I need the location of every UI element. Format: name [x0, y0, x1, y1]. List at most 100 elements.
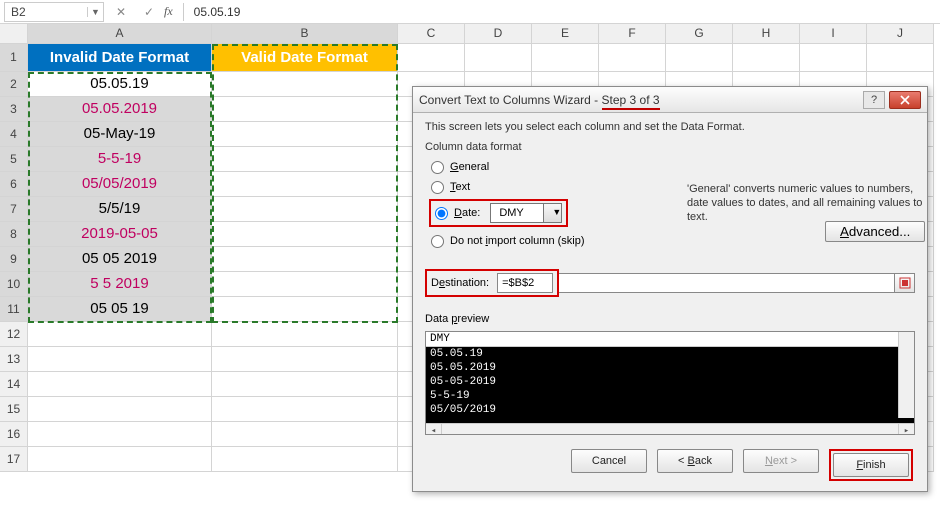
- scroll-right-icon[interactable]: ▸: [898, 424, 914, 435]
- row-head-4[interactable]: 4: [0, 122, 28, 147]
- preview-label: Data preview: [425, 313, 915, 325]
- preview-scrollbar-horizontal[interactable]: ◂ ▸: [426, 423, 914, 435]
- radio-date[interactable]: Date: DMY ▼: [435, 203, 562, 223]
- data-cell[interactable]: 05 05 2019: [28, 247, 212, 272]
- select-all-corner[interactable]: [0, 24, 28, 44]
- cell[interactable]: [212, 122, 398, 147]
- data-cell[interactable]: 05.05.2019: [28, 97, 212, 122]
- row-head-2[interactable]: 2: [0, 72, 28, 97]
- confirm-entry-icon[interactable]: ✓: [138, 2, 160, 22]
- close-button[interactable]: [889, 91, 921, 109]
- cell[interactable]: [800, 44, 867, 72]
- row-head-17[interactable]: 17: [0, 447, 28, 472]
- cancel-button[interactable]: Cancel: [571, 449, 647, 473]
- preview-scrollbar-vertical[interactable]: [898, 332, 914, 418]
- col-head-b[interactable]: B: [212, 24, 398, 44]
- col-head-a[interactable]: A: [28, 24, 212, 44]
- data-cell[interactable]: 5-5-19: [28, 147, 212, 172]
- formula-input[interactable]: 05.05.19: [188, 5, 936, 19]
- data-cell[interactable]: 2019-05-05: [28, 222, 212, 247]
- col-head-j[interactable]: J: [867, 24, 934, 44]
- data-cell[interactable]: 05-May-19: [28, 122, 212, 147]
- cell[interactable]: [28, 397, 212, 422]
- cell[interactable]: [532, 44, 599, 72]
- cell[interactable]: [212, 297, 398, 322]
- row-head-15[interactable]: 15: [0, 397, 28, 422]
- cell[interactable]: [28, 347, 212, 372]
- row-head-7[interactable]: 7: [0, 197, 28, 222]
- radio-date-input[interactable]: [435, 207, 448, 220]
- dialog-titlebar[interactable]: Convert Text to Columns Wizard - Step 3 …: [413, 87, 927, 113]
- scroll-left-icon[interactable]: ◂: [426, 424, 442, 435]
- cell[interactable]: [212, 272, 398, 297]
- cell[interactable]: [867, 44, 934, 72]
- cancel-entry-icon[interactable]: ✕: [110, 2, 132, 22]
- cell[interactable]: [666, 44, 733, 72]
- col-head-e[interactable]: E: [532, 24, 599, 44]
- row-head-11[interactable]: 11: [0, 297, 28, 322]
- cell[interactable]: [28, 372, 212, 397]
- cell[interactable]: [28, 447, 212, 472]
- row-head-3[interactable]: 3: [0, 97, 28, 122]
- cell[interactable]: [212, 197, 398, 222]
- row-head-10[interactable]: 10: [0, 272, 28, 297]
- row-head-8[interactable]: 8: [0, 222, 28, 247]
- advanced-button[interactable]: Advanced...: [825, 221, 925, 242]
- name-box-dropdown-icon[interactable]: ▼: [87, 7, 103, 17]
- col-head-c[interactable]: C: [398, 24, 465, 44]
- cell[interactable]: [212, 447, 398, 472]
- col-head-h[interactable]: H: [733, 24, 800, 44]
- cell[interactable]: [212, 372, 398, 397]
- col-head-i[interactable]: I: [800, 24, 867, 44]
- destination-input-ext[interactable]: [559, 273, 895, 293]
- range-picker-button[interactable]: [895, 273, 915, 293]
- help-button[interactable]: ?: [863, 91, 885, 109]
- cell[interactable]: [212, 247, 398, 272]
- header-valid[interactable]: Valid Date Format: [212, 44, 398, 72]
- data-cell[interactable]: 5 5 2019: [28, 272, 212, 297]
- cell[interactable]: [28, 322, 212, 347]
- radio-general[interactable]: General: [431, 157, 915, 177]
- date-format-select[interactable]: DMY ▼: [490, 203, 562, 223]
- cell[interactable]: [599, 44, 666, 72]
- cell[interactable]: [212, 97, 398, 122]
- cell[interactable]: [212, 347, 398, 372]
- radio-general-input[interactable]: [431, 161, 444, 174]
- row-head-14[interactable]: 14: [0, 372, 28, 397]
- cell[interactable]: [212, 322, 398, 347]
- col-head-f[interactable]: F: [599, 24, 666, 44]
- back-button[interactable]: < Back: [657, 449, 733, 473]
- data-cell[interactable]: 05/05/2019: [28, 172, 212, 197]
- radio-text-input[interactable]: [431, 181, 444, 194]
- row-head-9[interactable]: 9: [0, 247, 28, 272]
- col-head-d[interactable]: D: [465, 24, 532, 44]
- cell[interactable]: [28, 422, 212, 447]
- row-head-1[interactable]: 1: [0, 44, 28, 72]
- cell[interactable]: [212, 147, 398, 172]
- data-cell[interactable]: 05.05.19: [28, 72, 212, 97]
- cell[interactable]: [212, 422, 398, 447]
- cell[interactable]: [212, 72, 398, 97]
- header-invalid[interactable]: Invalid Date Format: [28, 44, 212, 72]
- cell[interactable]: [212, 222, 398, 247]
- row-head-6[interactable]: 6: [0, 172, 28, 197]
- row-head-12[interactable]: 12: [0, 322, 28, 347]
- cell[interactable]: [733, 44, 800, 72]
- data-cell[interactable]: 5/5/19: [28, 197, 212, 222]
- destination-input[interactable]: [497, 273, 553, 293]
- row-head-16[interactable]: 16: [0, 422, 28, 447]
- chevron-down-icon[interactable]: ▼: [543, 204, 561, 222]
- col-head-g[interactable]: G: [666, 24, 733, 44]
- radio-skip-input[interactable]: [431, 235, 444, 248]
- cell[interactable]: [212, 172, 398, 197]
- cell[interactable]: [398, 44, 465, 72]
- data-cell[interactable]: 05 05 19: [28, 297, 212, 322]
- preview-column-head[interactable]: DMY: [426, 332, 914, 347]
- cell[interactable]: [465, 44, 532, 72]
- row-head-5[interactable]: 5: [0, 147, 28, 172]
- name-box[interactable]: B2 ▼: [4, 2, 104, 22]
- fx-button[interactable]: fx: [164, 4, 173, 19]
- cell[interactable]: [212, 397, 398, 422]
- finish-button[interactable]: Finish: [833, 453, 909, 477]
- row-head-13[interactable]: 13: [0, 347, 28, 372]
